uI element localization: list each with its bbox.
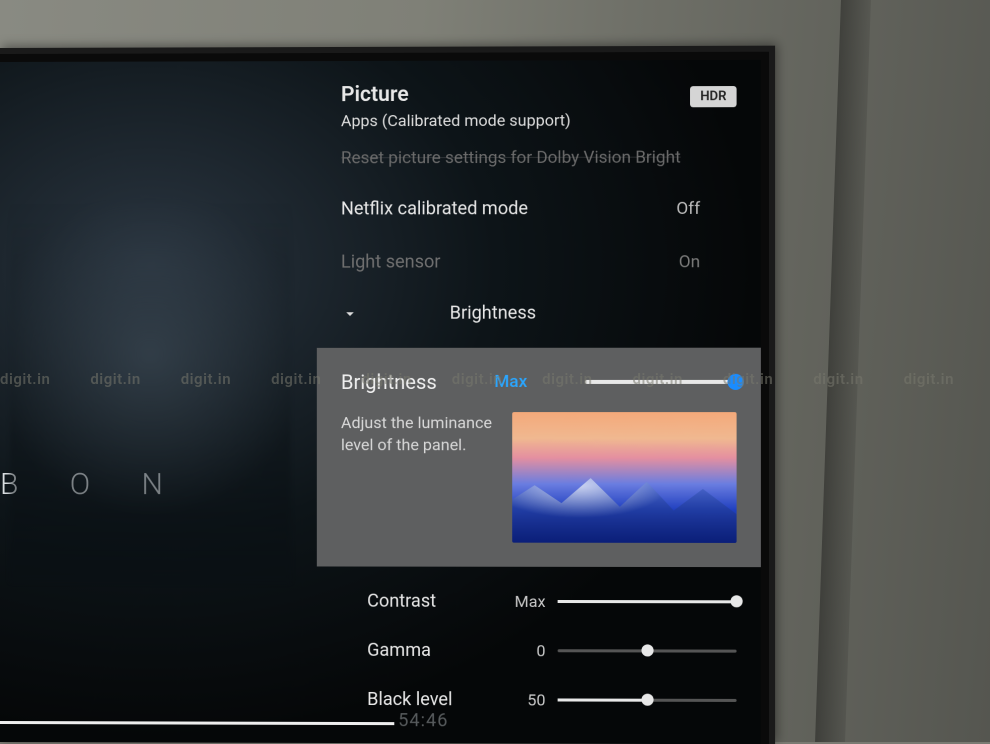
tv-frame: B O N 54:46 Picture Apps (Calibrated mod…	[0, 46, 775, 744]
slider-knob[interactable]	[731, 595, 743, 607]
brightness-description: Adjust the luminance level of the panel.	[341, 412, 492, 543]
light-sensor-row: Light sensor On	[317, 235, 761, 289]
video-title-overlay: B O N	[0, 467, 185, 502]
wall-corner	[815, 0, 871, 742]
panel-header: Picture Apps (Calibrated mode support) H…	[317, 60, 761, 141]
brightness-slider[interactable]	[585, 380, 737, 384]
slider-label: Gamma	[367, 640, 478, 661]
brightness-card[interactable]: Brightness Max Adjust the luminance leve…	[317, 348, 761, 567]
section-label: Brightness	[450, 303, 536, 324]
setting-label: Netflix calibrated mode	[341, 198, 528, 219]
brightness-title: Brightness	[341, 370, 437, 394]
slider-label: Black level	[367, 689, 478, 710]
netflix-calibrated-row[interactable]: Netflix calibrated mode Off	[317, 182, 761, 236]
panel-title: Picture	[341, 82, 571, 107]
hdr-badge: HDR	[690, 86, 737, 107]
slider-label: Contrast	[367, 591, 478, 612]
panel-subtitle: Apps (Calibrated mode support)	[341, 111, 571, 131]
slider-knob[interactable]	[641, 694, 653, 706]
gamma-row[interactable]: Gamma 0	[317, 626, 761, 676]
contrast-row[interactable]: Contrast Max	[317, 577, 761, 627]
tv-screen: B O N 54:46 Picture Apps (Calibrated mod…	[0, 60, 761, 744]
setting-value: Off	[676, 198, 700, 218]
setting-label: Light sensor	[341, 251, 441, 272]
picture-settings-panel: Picture Apps (Calibrated mode support) H…	[317, 60, 761, 744]
black-level-row[interactable]: Black level 50	[317, 675, 761, 725]
slider-value: 0	[490, 641, 545, 660]
contrast-slider[interactable]	[558, 600, 737, 603]
gamma-slider[interactable]	[558, 649, 737, 652]
brightness-section-header[interactable]: Brightness	[317, 288, 761, 338]
brightness-preview-image	[512, 412, 736, 543]
brightness-slider-thumb[interactable]	[727, 374, 743, 390]
slider-value: 50	[490, 690, 545, 709]
setting-value: On	[679, 252, 700, 272]
brightness-value: Max	[494, 372, 527, 392]
black-level-slider[interactable]	[558, 698, 737, 701]
slider-knob[interactable]	[641, 644, 653, 656]
slider-value: Max	[490, 592, 545, 611]
chevron-down-icon	[341, 304, 359, 322]
reset-settings-row[interactable]: Reset picture settings for Dolby Vision …	[317, 139, 761, 182]
